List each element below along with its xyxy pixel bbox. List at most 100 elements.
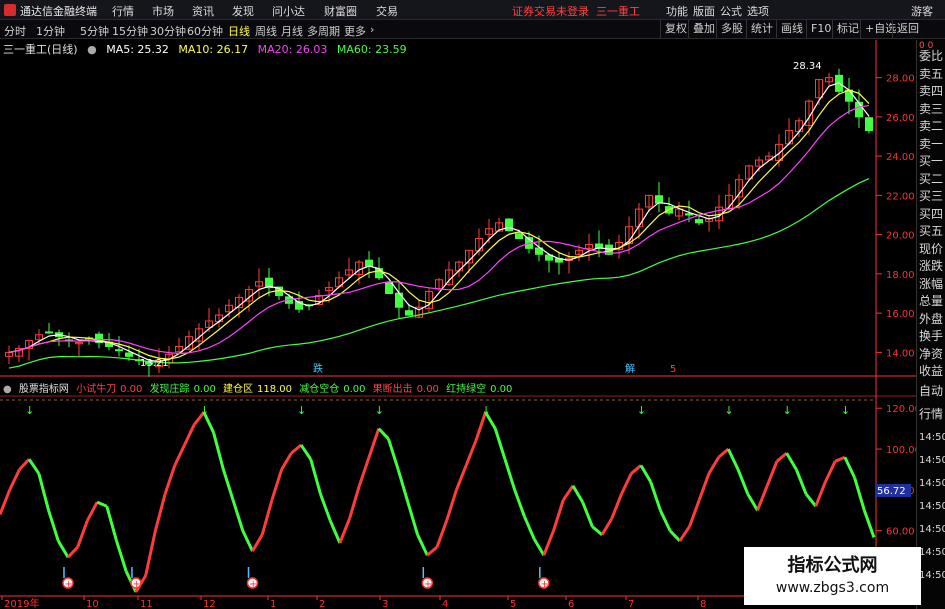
candle-body[interactable] [365, 259, 373, 267]
indicator-segment [231, 499, 245, 532]
quote-field-label[interactable]: 净资 [919, 347, 943, 361]
x-tick-label: 8 [700, 599, 706, 609]
indicator-segment [290, 443, 303, 455]
indicator-segment [455, 464, 468, 491]
quote-field-label[interactable]: 总量 [919, 295, 943, 308]
sell-arrow-icon: ↓ [25, 404, 34, 417]
indicator-segment [153, 493, 167, 532]
event-marker[interactable]: 5 [670, 364, 676, 375]
watermark-url: www.zbgs3.com [775, 580, 890, 596]
x-tick-label: 11 [140, 599, 153, 609]
indicator-segment [435, 520, 449, 548]
candle-body[interactable] [515, 233, 523, 240]
auto-quote-label[interactable]: 行情 [919, 408, 943, 421]
indicator-segment [834, 455, 846, 463]
candle-body[interactable] [505, 218, 513, 232]
indicator-segment [717, 447, 730, 459]
indicator-segment [668, 529, 681, 542]
watermark-overlay: 指标公式网 www.zbgs3.com [744, 547, 921, 605]
quote-field-label[interactable]: 收益 [919, 365, 943, 378]
indicator-segment [853, 477, 866, 511]
quote-field-label[interactable]: 卖四 [919, 85, 943, 98]
auto-quote-label[interactable]: 自动 [919, 385, 943, 398]
indicator-segment [542, 530, 555, 556]
candle-body[interactable] [45, 331, 53, 334]
current-value-label: 56.72 [877, 486, 906, 497]
indicator-segment [18, 458, 31, 471]
indicator-segment [775, 451, 788, 463]
indicator-segment [348, 485, 361, 519]
candle-body[interactable] [385, 281, 393, 295]
indicator-segment [814, 481, 827, 507]
y-tick-label: 28.00 [886, 74, 915, 85]
indicator-segment [630, 464, 642, 475]
indicator-segment [241, 530, 254, 552]
event-marker[interactable]: 跌 [313, 362, 323, 375]
x-tick-label: 7 [628, 599, 634, 609]
indicator-segment [377, 427, 390, 440]
trade-time-label: 14:50 [919, 570, 945, 581]
indicator-segment [299, 444, 312, 461]
indicator-segment [270, 469, 284, 501]
chart-canvas[interactable]: ↓ + + ↓ + ↓ ↓ + ↓ + ↓ ↓ ↓ ↓ 14.00 16.00 18.00 20.00 22.00… [0, 0, 916, 609]
quote-field-label[interactable]: 买三 [919, 190, 943, 203]
quote-field-label[interactable]: 卖三 [919, 102, 943, 116]
candle-body[interactable] [125, 352, 133, 357]
quote-field-label[interactable]: 现价 [919, 242, 943, 256]
quote-field-label[interactable]: 外盘 [919, 312, 943, 326]
candle-body[interactable] [685, 213, 693, 216]
indicator-segment [445, 489, 458, 521]
indicator-segment [212, 432, 225, 470]
quote-field-label[interactable]: 卖五 [919, 67, 943, 81]
trade-time-label: 14:50 [919, 501, 945, 512]
quote-field-label[interactable]: 卖一 [919, 137, 943, 151]
indicator-segment [843, 456, 856, 479]
sell-arrow-icon: ↓ [724, 404, 733, 417]
quote-field-label[interactable]: 换手 [919, 330, 943, 343]
quote-field-label[interactable]: 买二 [919, 172, 943, 186]
quote-field-label[interactable]: 涨幅 [919, 277, 943, 291]
indicator-segment [571, 485, 584, 503]
candle-body[interactable] [865, 117, 873, 132]
quote-field-label[interactable]: 买一 [919, 155, 943, 168]
indicator-segment [794, 468, 808, 495]
ma20-line [8, 104, 870, 355]
y-tick-label: 26.00 [886, 113, 915, 124]
candle-body[interactable] [115, 349, 123, 352]
indicator-segment [66, 546, 79, 559]
y-tick-label: 14.00 [886, 348, 915, 359]
buy-marker-plus-icon: + [132, 579, 140, 590]
quote-field-label[interactable]: 买四 [919, 207, 943, 221]
candle-body[interactable] [855, 101, 863, 118]
indicator-segment [552, 499, 565, 532]
indicator-segment [523, 515, 536, 540]
indicator-segment [396, 469, 410, 503]
candle-body[interactable] [405, 310, 413, 316]
indicator-segment [173, 444, 186, 467]
indicator-segment [416, 534, 429, 556]
event-marker[interactable]: 解 [625, 362, 635, 375]
sell-arrow-icon: ↓ [297, 404, 306, 417]
x-tick-label: 6 [568, 599, 574, 609]
buy-marker-plus-icon: + [249, 579, 257, 590]
trade-time-label: 14:50 [919, 478, 945, 489]
x-tick-label: 10 [86, 599, 99, 609]
candle-body[interactable] [375, 268, 383, 279]
indicator-segment [862, 509, 876, 538]
indicator-segment [251, 534, 264, 552]
indicator-segment [756, 485, 769, 511]
x-tick-label: 3 [382, 599, 388, 609]
indicator-y-tick-label: 60.00 [886, 527, 915, 538]
indicator-segment [27, 458, 41, 475]
candle-body[interactable] [695, 219, 703, 224]
quote-field-label[interactable]: 买五 [919, 225, 943, 238]
indicator-segment [581, 501, 594, 528]
quote-field-label[interactable]: 委比 [919, 50, 943, 63]
indicator-segment [503, 458, 517, 491]
indicator-segment [406, 501, 420, 536]
quote-field-label[interactable]: 涨跌 [919, 260, 943, 273]
indicator-segment [707, 456, 720, 475]
quote-field-label[interactable]: 卖二 [919, 120, 943, 133]
quote-side-panel: 0 0 委比 卖五 卖四 卖三 卖二 卖一 买一 买二 买三 买四 买五 现价 涨跌 涨幅 总量 外盘 换手 净资收… [916, 40, 945, 609]
buy-marker-plus-icon: + [424, 579, 432, 590]
